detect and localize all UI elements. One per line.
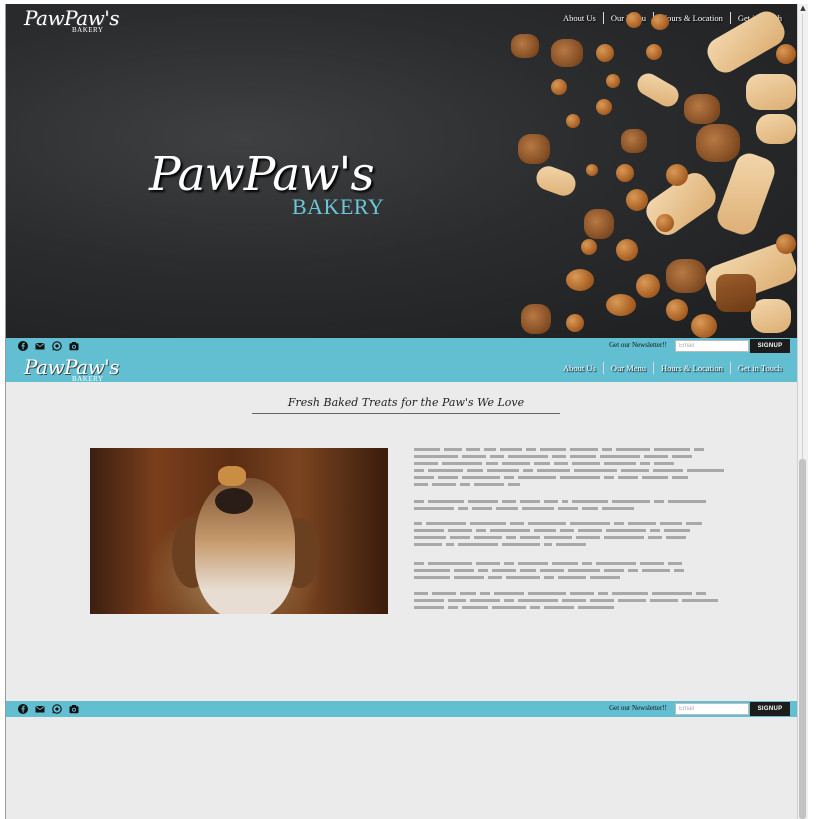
newsletter-email-input[interactable] — [675, 703, 749, 715]
logo-subtext: BAKERY — [72, 26, 104, 34]
whatsapp-icon[interactable] — [52, 704, 62, 714]
signup-button[interactable]: SIGNUP — [750, 702, 790, 716]
nav-our-menu[interactable]: Our Menu — [604, 363, 653, 373]
nav-about-us[interactable]: About Us — [556, 363, 603, 373]
section-tagline: Fresh Baked Treats for the Paw's We Love — [287, 396, 525, 409]
scroll-thumb[interactable] — [799, 459, 806, 819]
empty-page-area — [6, 718, 798, 819]
sticky-header: PawPaw's BAKERY About Us Our Menu Hours … — [6, 354, 798, 383]
camera-icon[interactable] — [69, 704, 79, 714]
facebook-icon[interactable] — [18, 341, 28, 351]
logo-subtext: BAKERY — [72, 375, 104, 383]
dog-photo — [90, 448, 388, 614]
camera-icon[interactable] — [69, 341, 79, 351]
placeholder-paragraph — [414, 448, 724, 490]
placeholder-paragraph — [414, 500, 724, 514]
tagline-underline — [252, 413, 560, 414]
nav-hours-location[interactable]: Hours & Location — [654, 363, 730, 373]
hero-subtitle: BAKERY — [292, 194, 385, 219]
nav-get-in-touch[interactable]: Get in Touch — [731, 363, 789, 373]
email-icon[interactable] — [35, 704, 45, 714]
newsletter-label: Get our Newsletter!! — [609, 341, 667, 349]
scroll-track — [802, 14, 803, 459]
facebook-icon[interactable] — [18, 704, 28, 714]
sticky-logo[interactable]: PawPaw's BAKERY — [24, 355, 119, 383]
sticky-nav: About Us Our Menu Hours & Location Get i… — [556, 362, 789, 374]
vertical-scrollbar[interactable]: ▲ — [797, 4, 808, 819]
signup-button[interactable]: SIGNUP — [750, 339, 790, 353]
footer-social-newsletter-bar: Get our Newsletter!! SIGNUP — [6, 701, 798, 717]
whatsapp-icon[interactable] — [52, 341, 62, 351]
newsletter-label: Get our Newsletter!! — [609, 704, 667, 712]
header-logo[interactable]: PawPaw's BAKERY — [24, 6, 119, 34]
scroll-up-arrow-icon[interactable]: ▲ — [799, 4, 807, 13]
browser-viewport: PawPaw's BAKERY About Us Our Menu Hours … — [5, 4, 798, 819]
nav-about-us[interactable]: About Us — [556, 13, 603, 23]
email-icon[interactable] — [35, 341, 45, 351]
placeholder-paragraph — [414, 562, 724, 583]
social-icons — [18, 341, 79, 351]
newsletter-email-input[interactable] — [675, 340, 749, 352]
social-newsletter-bar: Get our Newsletter!! SIGNUP — [6, 338, 798, 354]
placeholder-paragraph — [414, 592, 724, 613]
hero-banner: PawPaw's BAKERY About Us Our Menu Hours … — [6, 4, 798, 338]
placeholder-paragraph — [414, 522, 724, 550]
social-icons — [18, 704, 79, 714]
